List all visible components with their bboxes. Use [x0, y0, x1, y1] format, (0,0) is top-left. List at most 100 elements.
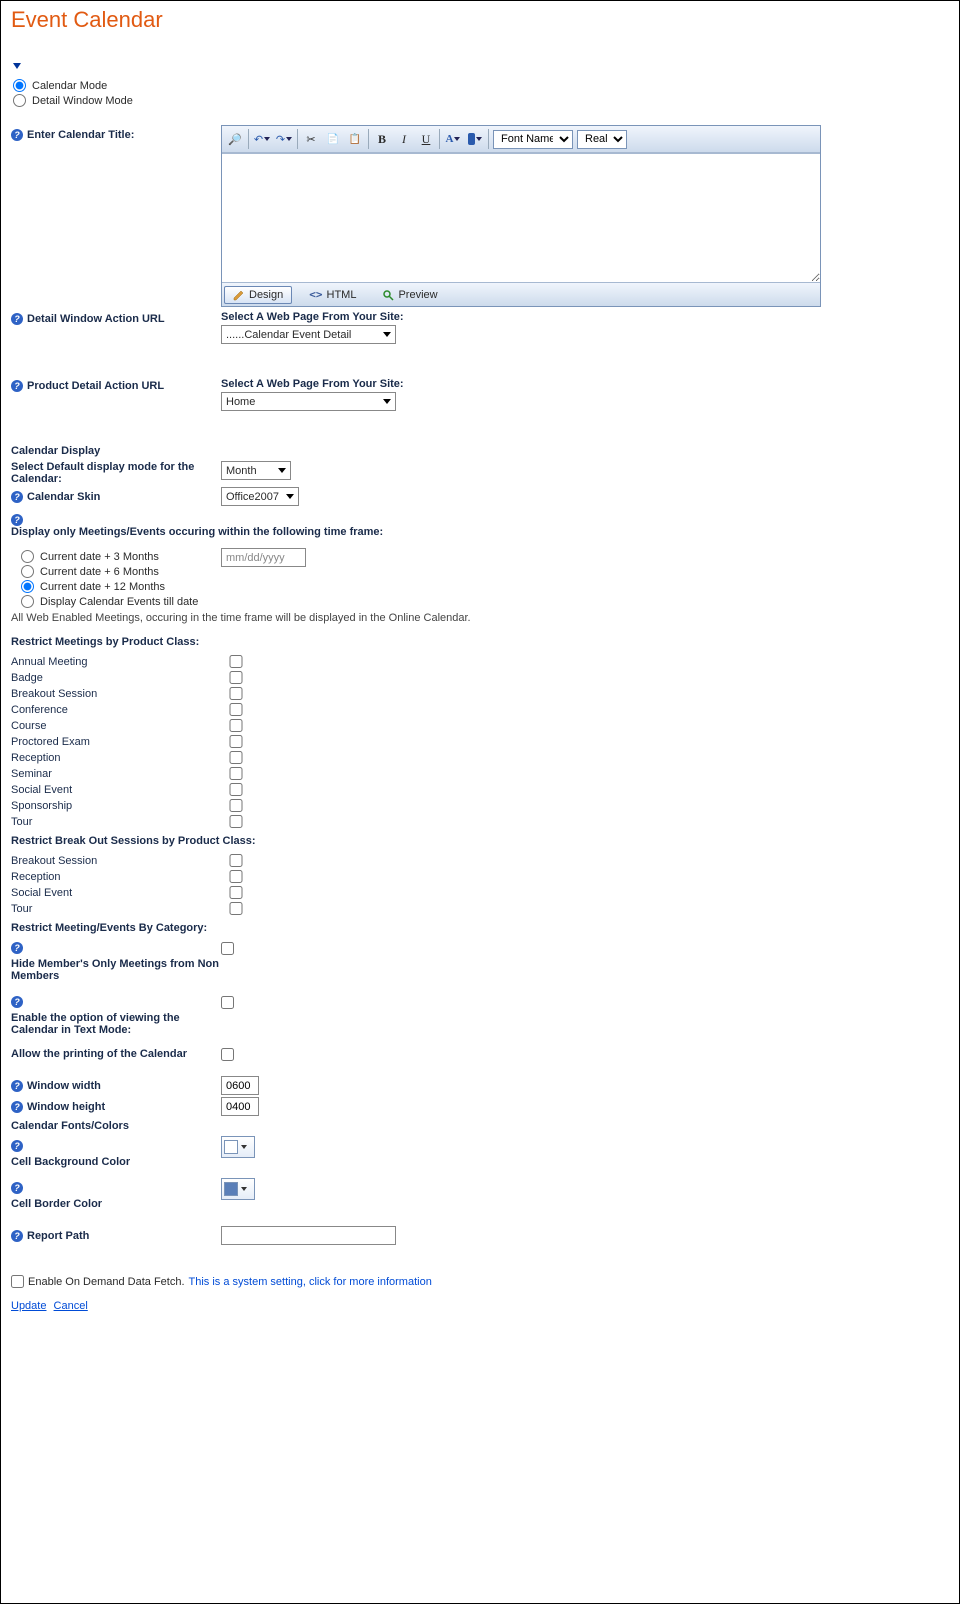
help-icon[interactable]: [11, 514, 23, 526]
display-mode-select[interactable]: Month: [221, 461, 291, 480]
display-mode-value: Month: [226, 465, 257, 477]
product-class-checkbox[interactable]: [221, 735, 251, 748]
help-icon[interactable]: [11, 491, 23, 503]
cut-icon[interactable]: ✂: [300, 128, 322, 150]
update-link[interactable]: Update: [11, 1300, 46, 1312]
win-width-label: Window width: [27, 1080, 101, 1092]
tab-design-label: Design: [249, 289, 283, 301]
font-name-select[interactable]: Font Name: [493, 130, 573, 149]
help-icon[interactable]: [11, 1101, 23, 1113]
collapse-toggle-icon[interactable]: [13, 63, 21, 69]
product-class-checkbox[interactable]: [221, 687, 251, 700]
product-class-label: Annual Meeting: [11, 656, 221, 668]
help-icon[interactable]: [11, 129, 23, 141]
product-class-checkbox[interactable]: [221, 783, 251, 796]
tf-till-radio[interactable]: [21, 595, 34, 608]
ondemand-label: Enable On Demand Data Fetch.: [28, 1276, 185, 1288]
calendar-mode-radio[interactable]: [13, 79, 26, 92]
help-icon[interactable]: [11, 313, 23, 325]
select-page-label-1: Select A Web Page From Your Site:: [221, 311, 404, 323]
till-date-input[interactable]: [221, 548, 306, 567]
help-icon[interactable]: [11, 1182, 23, 1194]
product-class-label: Sponsorship: [11, 800, 221, 812]
ondemand-checkbox[interactable]: [11, 1275, 24, 1288]
product-class-checkbox[interactable]: [221, 799, 251, 812]
redo-icon[interactable]: ↷: [273, 128, 295, 150]
cell-border-color-picker[interactable]: [221, 1178, 255, 1200]
win-width-input[interactable]: [221, 1076, 259, 1095]
default-display-label: Select Default display mode for the Cale…: [11, 461, 221, 485]
product-class-label: Course: [11, 720, 221, 732]
breakout-class-checkbox[interactable]: [221, 854, 251, 867]
product-page-value: Home: [226, 396, 255, 408]
chevron-down-icon: [278, 468, 286, 473]
product-class-label: Tour: [11, 816, 221, 828]
allow-print-checkbox[interactable]: [221, 1048, 234, 1061]
product-class-checkbox[interactable]: [221, 655, 251, 668]
bold-icon[interactable]: B: [371, 128, 393, 150]
backcolor-icon[interactable]: [464, 128, 486, 150]
win-height-input[interactable]: [221, 1097, 259, 1116]
tf-12m-radio[interactable]: [21, 580, 34, 593]
product-class-label: Breakout Session: [11, 688, 221, 700]
rte-tab-preview[interactable]: Preview: [373, 286, 446, 304]
product-class-label: Proctored Exam: [11, 736, 221, 748]
italic-icon[interactable]: I: [393, 128, 415, 150]
tf-3m-radio[interactable]: [21, 550, 34, 563]
undo-icon[interactable]: ↶: [251, 128, 273, 150]
code-icon: <>: [309, 288, 322, 301]
enable-text-checkbox[interactable]: [221, 996, 234, 1009]
product-class-checkbox[interactable]: [221, 751, 251, 764]
help-icon[interactable]: [11, 380, 23, 392]
help-icon[interactable]: [11, 1080, 23, 1092]
find-replace-icon[interactable]: 🔎: [224, 128, 246, 150]
underline-icon[interactable]: U: [415, 128, 437, 150]
product-class-label: Conference: [11, 704, 221, 716]
paste-icon[interactable]: 📋: [344, 128, 366, 150]
detail-page-select[interactable]: ......Calendar Event Detail: [221, 325, 396, 344]
cancel-link[interactable]: Cancel: [54, 1300, 88, 1312]
timeframe-note: All Web Enabled Meetings, occuring in th…: [11, 612, 949, 624]
copy-icon[interactable]: 📄: [322, 128, 344, 150]
page-title: Event Calendar: [11, 7, 949, 33]
cell-bg-color-picker[interactable]: [221, 1136, 255, 1158]
chevron-down-icon: [383, 399, 391, 404]
breakout-class-label: Tour: [11, 903, 221, 915]
restrict-product-heading: Restrict Meetings by Product Class:: [11, 636, 949, 648]
product-class-checkbox[interactable]: [221, 719, 251, 732]
allow-print-label: Allow the printing of the Calendar: [11, 1048, 221, 1064]
help-icon[interactable]: [11, 1230, 23, 1242]
detail-action-label: Detail Window Action URL: [27, 313, 165, 325]
font-size-select[interactable]: Real ...: [577, 130, 627, 149]
help-icon[interactable]: [11, 1140, 23, 1152]
detail-mode-radio[interactable]: [13, 94, 26, 107]
rte-tab-html[interactable]: <> HTML: [300, 285, 365, 304]
product-class-checkbox[interactable]: [221, 671, 251, 684]
rte-tab-design[interactable]: Design: [224, 286, 292, 304]
product-class-checkbox[interactable]: [221, 815, 251, 828]
tf-6m-radio[interactable]: [21, 565, 34, 578]
breakout-class-checkbox[interactable]: [221, 886, 251, 899]
breakout-class-label: Reception: [11, 871, 221, 883]
help-icon[interactable]: [11, 942, 23, 954]
help-icon[interactable]: [11, 996, 23, 1008]
report-path-input[interactable]: [221, 1226, 396, 1245]
enable-text-label: Enable the option of viewing the Calenda…: [11, 1012, 221, 1036]
product-class-checkbox[interactable]: [221, 767, 251, 780]
rte-content-area[interactable]: [222, 153, 820, 283]
product-page-select[interactable]: Home: [221, 392, 396, 411]
tf-3m-label: Current date + 3 Months: [40, 551, 159, 563]
hide-member-checkbox[interactable]: [221, 942, 234, 955]
pencil-icon: [233, 289, 245, 301]
product-action-label: Product Detail Action URL: [27, 380, 164, 392]
chevron-down-icon: [241, 1145, 247, 1149]
calendar-display-heading: Calendar Display: [11, 445, 949, 457]
breakout-class-checkbox[interactable]: [221, 902, 251, 915]
forecolor-icon[interactable]: A: [442, 128, 464, 150]
breakout-class-checkbox[interactable]: [221, 870, 251, 883]
ondemand-info-link[interactable]: This is a system setting, click for more…: [189, 1276, 432, 1288]
swatch-icon: [224, 1182, 238, 1196]
skin-select[interactable]: Office2007: [221, 487, 299, 506]
chevron-down-icon: [383, 332, 391, 337]
product-class-checkbox[interactable]: [221, 703, 251, 716]
